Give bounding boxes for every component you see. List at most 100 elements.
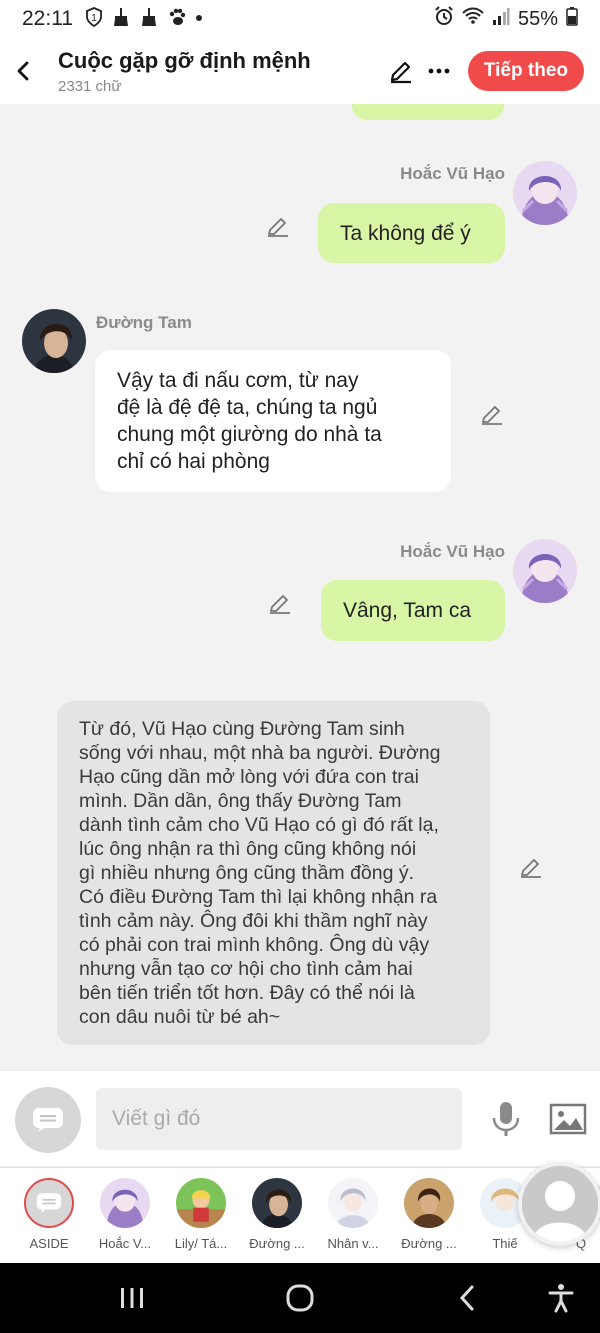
message-line: Vậy ta đi nấu cơm, từ nay xyxy=(117,369,359,392)
dot-icon xyxy=(195,7,203,32)
chat-area[interactable]: Hoắc Vũ Hạo Ta không để ý Đường Tam Vậy … xyxy=(0,104,600,1070)
home-button[interactable] xyxy=(282,1280,318,1316)
narration-line: dành tình cảm cho Vũ Hạo có gì đó rất lạ… xyxy=(79,814,439,836)
title-block: Cuộc gặp gỡ định mệnh 2331 chữ xyxy=(46,48,382,95)
character-label: Hoắc V... xyxy=(98,1236,152,1251)
insert-image-button[interactable] xyxy=(548,1099,588,1139)
recent-apps-button[interactable] xyxy=(114,1280,150,1316)
aside-avatar xyxy=(24,1178,74,1228)
edit-title-button[interactable] xyxy=(382,52,420,90)
message-line: chỉ có hai phòng xyxy=(117,450,270,473)
narration-line: có phải con trai mình không. Ông dù vậy xyxy=(79,934,430,956)
more-dots-icon xyxy=(428,68,450,74)
character-aside[interactable]: ASIDE xyxy=(11,1178,87,1251)
back-chevron-icon xyxy=(459,1285,474,1311)
character-label: Lily/ Tá... xyxy=(174,1236,228,1251)
microphone-button[interactable] xyxy=(486,1099,526,1139)
pencil-icon xyxy=(390,61,411,84)
edit-message-button[interactable] xyxy=(268,591,296,619)
message-text: Ta không để ý xyxy=(340,221,471,245)
character-avatar xyxy=(328,1178,378,1228)
back-button[interactable] xyxy=(2,49,46,93)
back-arrow-icon xyxy=(17,61,29,81)
status-right: 55% xyxy=(434,6,578,32)
system-nav-bar xyxy=(0,1263,600,1333)
pencil-icon xyxy=(268,218,288,237)
edit-narration-button[interactable] xyxy=(519,855,547,883)
character-label: Thiế xyxy=(492,1236,518,1251)
previous-message-bubble[interactable] xyxy=(352,104,504,120)
header: Cuộc gặp gỡ định mệnh 2331 chữ Tiếp theo xyxy=(0,38,600,104)
next-button[interactable]: Tiếp theo xyxy=(467,51,584,91)
status-left-icons: 1 xyxy=(85,6,203,32)
avatar-duong-tam[interactable] xyxy=(22,309,86,373)
character-label: Đường ... xyxy=(401,1236,457,1251)
narration-bubble[interactable]: Từ đó, Vũ Hạo cùng Đường Tam sinh sống v… xyxy=(57,701,490,1045)
chat-bubble-icon xyxy=(36,1193,62,1213)
alarm-icon xyxy=(434,6,454,32)
narration-line: tình cảm này. Ông đôi khi thầm nghĩ này xyxy=(79,910,428,932)
character-strip: ASIDE Hoắc V... Lily/ Tá... Đường ... Nh… xyxy=(0,1167,600,1263)
user-silhouette-icon xyxy=(522,1166,598,1242)
svg-text:1: 1 xyxy=(91,13,97,24)
message-line: chung một giường do nhà ta xyxy=(117,423,382,446)
speaker-name: Đường Tam xyxy=(96,313,192,332)
recent-apps-icon xyxy=(121,1288,143,1308)
broom-icon xyxy=(111,7,131,32)
character-label: Đường ... xyxy=(249,1236,305,1251)
broom-icon xyxy=(139,7,159,32)
narration-line: lúc ông nhận ra thì ông cũng không nói xyxy=(79,838,417,860)
status-bar: 22:11 1 55% xyxy=(0,0,600,38)
narration-line: bên tiến triển tốt hơn. Đây có thể nói l… xyxy=(79,982,415,1004)
paw-icon xyxy=(167,7,187,32)
microphone-icon xyxy=(492,1102,520,1136)
accessibility-button[interactable] xyxy=(543,1280,579,1316)
wifi-icon xyxy=(462,6,484,32)
message-text: Vâng, Tam ca xyxy=(343,599,472,622)
chat-bubble-icon xyxy=(33,1108,63,1132)
character-avatar xyxy=(404,1178,454,1228)
message-line: đệ là đệ đệ ta, chúng ta ngủ xyxy=(117,396,378,419)
narration-line: gì nhiều nhưng ông cũng thầm đồng ý. xyxy=(79,862,415,884)
edit-message-button[interactable] xyxy=(266,214,294,242)
avatar-hoac-vu-hao[interactable] xyxy=(513,539,577,603)
status-time: 22:11 xyxy=(22,7,73,30)
signal-icon xyxy=(492,6,510,32)
character-label: Nhân v... xyxy=(327,1236,379,1251)
narration-line: sống với nhau, một nhà ba người. Đường xyxy=(79,742,441,764)
character-portrait-icon xyxy=(22,309,86,373)
narration-line: nhưng vẫn tạo cơ hội cho tình cảm hai xyxy=(79,958,413,980)
word-count: 2331 chữ xyxy=(58,77,122,95)
pencil-icon xyxy=(482,406,502,425)
message-bubble[interactable]: Ta không để ý xyxy=(318,203,505,263)
message-bubble[interactable]: Vâng, Tam ca xyxy=(321,580,505,641)
character-nhan-vat[interactable]: Nhân v... xyxy=(315,1178,391,1251)
narration-line: Có điều Đường Tam thì lại không nhận ra xyxy=(79,886,438,908)
aside-toggle-button[interactable] xyxy=(15,1087,81,1153)
character-avatar xyxy=(176,1178,226,1228)
composer-bar xyxy=(0,1070,600,1166)
character-duong-tam[interactable]: Đường ... xyxy=(239,1178,315,1251)
narration-line: Từ đó, Vũ Hạo cùng Đường Tam sinh xyxy=(79,718,405,740)
character-duong-2[interactable]: Đường ... xyxy=(391,1178,467,1251)
more-options-button[interactable] xyxy=(420,52,458,90)
sim-1-icon: 1 xyxy=(85,6,103,32)
battery-text: 55% xyxy=(517,7,558,30)
edit-message-button[interactable] xyxy=(480,402,508,430)
character-hoac-vu-hao[interactable]: Hoắc V... xyxy=(87,1178,163,1251)
character-avatar xyxy=(252,1178,302,1228)
narration-line: Hạo cũng dần mở lòng với đứa con trai xyxy=(79,766,419,788)
message-input[interactable] xyxy=(96,1088,462,1150)
narration-line: mình. Dần dần, ông thấy Đường Tam xyxy=(79,790,402,812)
message-bubble[interactable]: Vậy ta đi nấu cơm, từ nay đệ là đệ đệ ta… xyxy=(95,350,451,492)
avatar-hoac-vu-hao[interactable] xyxy=(513,161,577,225)
character-lily[interactable]: Lily/ Tá... xyxy=(163,1178,239,1251)
speaker-name: Hoắc Vũ Hạo xyxy=(400,542,505,561)
character-avatar xyxy=(100,1178,150,1228)
back-nav-button[interactable] xyxy=(450,1280,486,1316)
home-icon xyxy=(286,1284,314,1312)
floating-user-button[interactable] xyxy=(518,1162,600,1246)
story-title: Cuộc gặp gỡ định mệnh xyxy=(58,47,311,73)
character-label: ASIDE xyxy=(29,1236,69,1251)
battery-icon xyxy=(566,6,578,32)
